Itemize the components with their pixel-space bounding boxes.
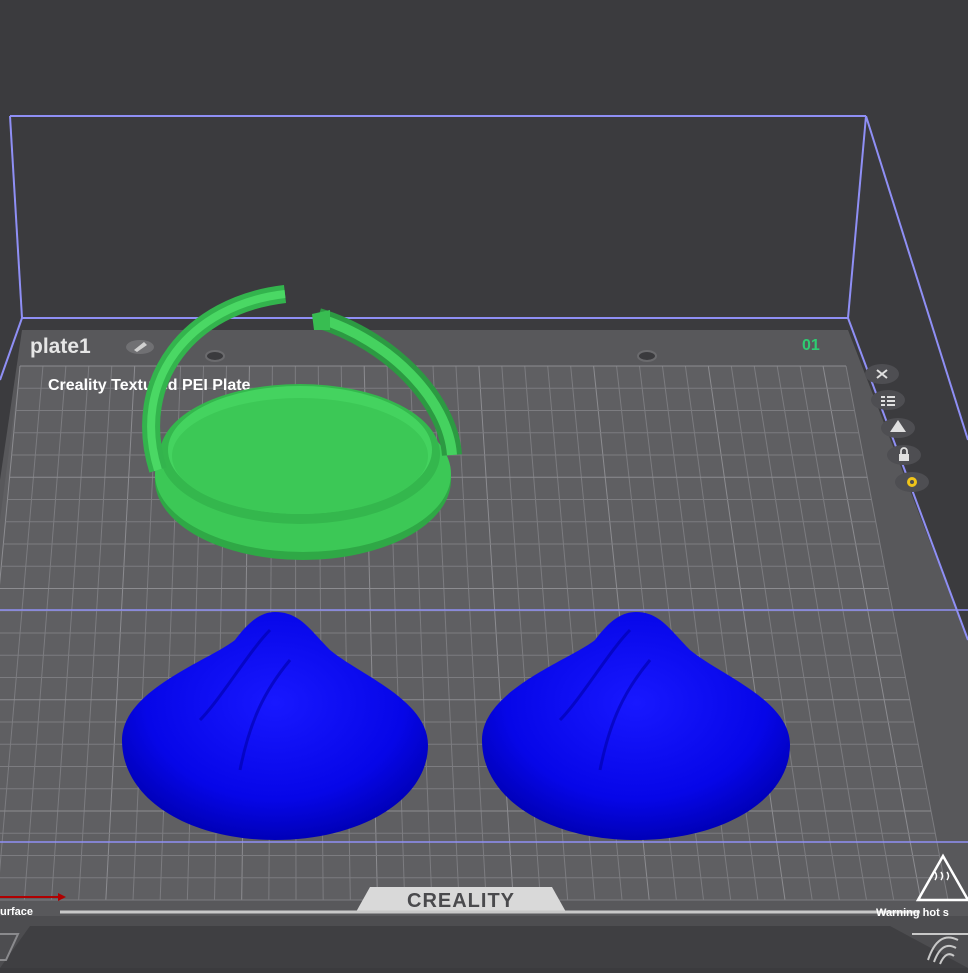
right-caption: Warning hot s — [876, 907, 949, 919]
auto-orient-button[interactable] — [881, 418, 915, 438]
arrange-icon — [881, 396, 895, 406]
lock-plate-button[interactable] — [887, 445, 921, 465]
gear-icon — [907, 477, 917, 487]
bed-brand-plate: CREALITY — [356, 887, 566, 912]
plate-name-label[interactable]: plate1 — [30, 335, 91, 358]
close-plate-button[interactable] — [865, 364, 899, 384]
brand-logo-text: CREALITY — [407, 890, 515, 912]
plate-number: 01 — [802, 337, 820, 354]
left-caption: urface — [0, 906, 33, 918]
edit-plate-name-icon[interactable] — [126, 340, 154, 354]
plate-settings-button[interactable] — [895, 472, 929, 492]
3d-viewport[interactable]: plate1 01 Creality Textured PEI Plate CR… — [0, 0, 968, 968]
arrange-plate-button[interactable] — [871, 390, 905, 410]
